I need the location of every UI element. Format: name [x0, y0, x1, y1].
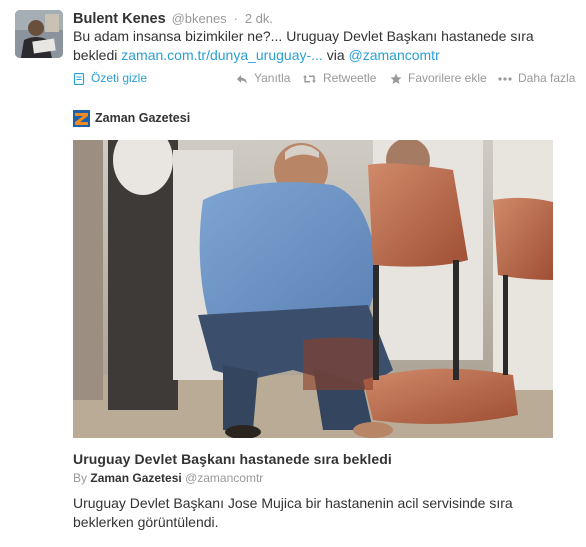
avatar[interactable]: [15, 10, 63, 58]
card-source-name: Zaman Gazetesi: [95, 111, 191, 125]
reply-icon: [236, 72, 248, 84]
card-by-label: By: [73, 471, 88, 485]
tweet-header: Bulent Kenes @bkenes · 2 dk.: [73, 9, 273, 27]
retweet-button[interactable]: Retweetle: [302, 69, 376, 87]
tweet-via-label: via: [326, 47, 345, 63]
hide-summary-button[interactable]: Özeti gizle: [73, 69, 147, 87]
favorite-button[interactable]: Favorilere ekle: [390, 69, 487, 87]
more-button[interactable]: Daha fazla: [498, 69, 575, 87]
header-separator: ·: [233, 11, 238, 26]
card-author-handle[interactable]: @zamancomtr: [185, 471, 263, 485]
retweet-icon: [302, 72, 317, 84]
star-icon: [390, 72, 402, 84]
tweet-text: Bu adam insansa bizimkiler ne?... Urugua…: [73, 27, 573, 65]
retweet-label: Retweetle: [323, 71, 377, 85]
user-fullname[interactable]: Bulent Kenes: [73, 11, 166, 27]
zaman-logo-icon: [73, 109, 90, 127]
card-byline: By Zaman Gazetesi @zamancomtr: [73, 471, 263, 485]
tweet: Bulent Kenes @bkenes · 2 dk. Bu adam ins…: [0, 0, 586, 547]
reply-label: Yanıtla: [254, 71, 291, 85]
tweet-mention[interactable]: @zamancomtr: [349, 47, 440, 63]
more-label: Daha fazla: [518, 71, 576, 85]
favorite-label: Favorilere ekle: [408, 71, 487, 85]
card-author-name[interactable]: Zaman Gazetesi: [90, 471, 181, 485]
card-description: Uruguay Devlet Başkanı Jose Mujica bir h…: [73, 495, 513, 530]
tweet-actions: Özeti gizle Yanıtla Retweetle Favorilere…: [73, 69, 583, 87]
card-summary-icon: [73, 72, 85, 86]
hide-summary-label: Özeti gizle: [91, 71, 148, 85]
card-title[interactable]: Uruguay Devlet Başkanı hastanede sıra be…: [73, 451, 392, 467]
card-image[interactable]: [73, 140, 553, 438]
tweet-link[interactable]: zaman.com.tr/dunya_uruguay-...: [121, 47, 323, 63]
user-handle[interactable]: @bkenes: [172, 11, 227, 26]
reply-button[interactable]: Yanıtla: [236, 69, 290, 87]
more-dots-icon: [498, 72, 512, 84]
card-source[interactable]: Zaman Gazetesi: [73, 108, 190, 128]
tweet-timestamp[interactable]: 2 dk.: [245, 11, 273, 26]
